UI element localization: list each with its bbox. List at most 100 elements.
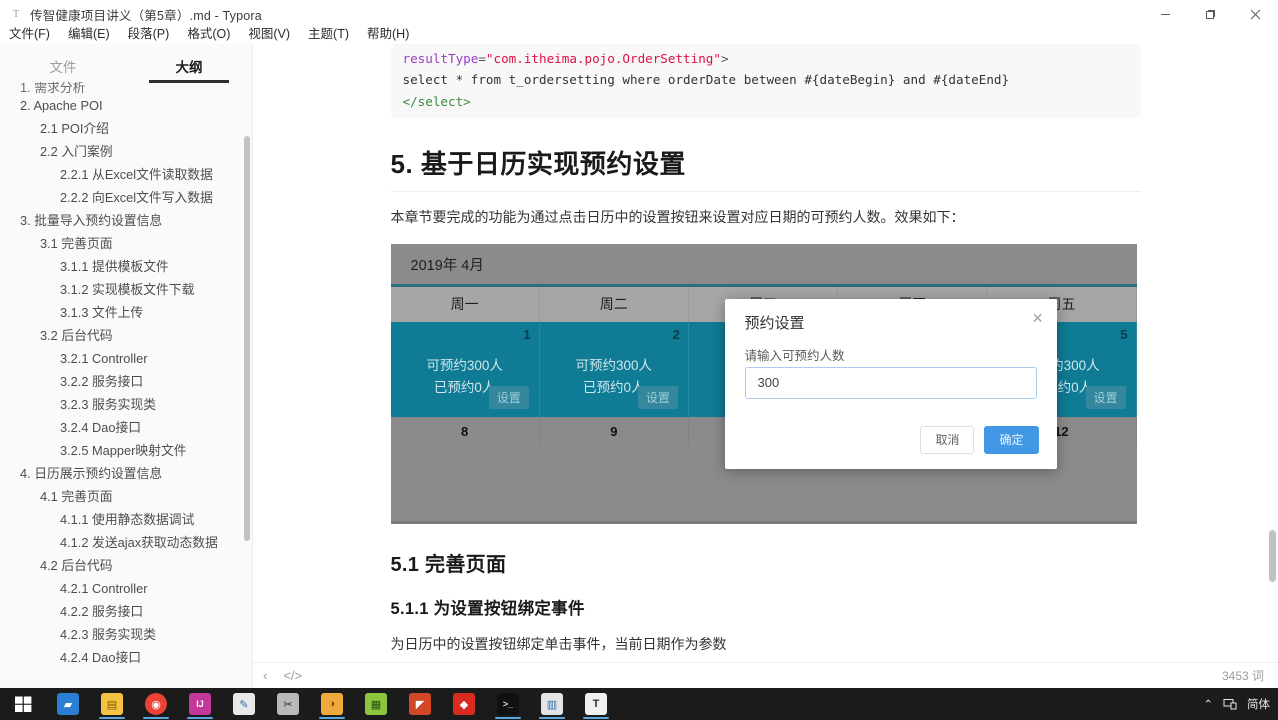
- outline-item-label: 1. 需求分析: [20, 82, 86, 94]
- outline-item-label: 3. 批量导入预约设置信息: [20, 213, 163, 228]
- code-block-top[interactable]: parameterType="hashmap" resultType="com.…: [390, 44, 1141, 118]
- cancel-button[interactable]: 取消: [920, 426, 975, 454]
- outline-item-14[interactable]: 3.2.3 服务实现类: [0, 393, 252, 416]
- outline-item-label: 4.1.2 发送ajax获取动态数据: [60, 535, 218, 550]
- outline-item-3[interactable]: 2.2 入门案例: [0, 140, 252, 163]
- outline-item-12[interactable]: 3.2.1 Controller: [0, 347, 252, 370]
- menu-item-view[interactable]: 视图(V): [239, 21, 299, 44]
- day-setting-button[interactable]: 设置: [488, 386, 529, 409]
- outline-item-6[interactable]: 3. 批量导入预约设置信息: [0, 209, 252, 232]
- outline-item-5[interactable]: 2.2.2 向Excel文件写入数据: [0, 186, 252, 209]
- day-setting-button[interactable]: 设置: [637, 386, 678, 409]
- taskbar-item-intellij[interactable]: IJ: [178, 688, 222, 720]
- taskbar-item-snipping[interactable]: ✂: [266, 688, 310, 720]
- outline-item-4[interactable]: 2.2.1 从Excel文件读取数据: [0, 163, 252, 186]
- network-icon[interactable]: [1223, 697, 1237, 711]
- taskbar-item-word[interactable]: ▥: [530, 688, 574, 720]
- editor-content-area[interactable]: parameterType="hashmap" resultType="com.…: [253, 44, 1278, 688]
- outline-item-label: 3.2.3 服务实现类: [60, 397, 157, 412]
- outline-item-22[interactable]: 4.2.1 Controller: [0, 577, 252, 600]
- outline-item-17[interactable]: 4. 日历展示预约设置信息: [0, 462, 252, 485]
- start-button[interactable]: [0, 688, 46, 720]
- ime-indicator[interactable]: 简体: [1247, 696, 1270, 712]
- app-body: 文件 大纲 1. 需求分析 2. Apache POI 2.1 POI介绍 2.…: [0, 44, 1278, 688]
- outline-item-8[interactable]: 3.1.1 提供模板文件: [0, 255, 252, 278]
- taskbar-item-navicat[interactable]: ◑: [310, 688, 354, 720]
- taskbar-item-paint[interactable]: ✎: [222, 688, 266, 720]
- outline-item-13[interactable]: 3.2.2 服务接口: [0, 370, 252, 393]
- typora-icon: T: [585, 693, 607, 715]
- tab-files[interactable]: 文件: [0, 56, 126, 81]
- weekday-cell-tue: 周二: [539, 287, 689, 322]
- outline-item-label: 4.2.4 Dao接口: [60, 650, 142, 665]
- day-number: 5: [1120, 327, 1128, 342]
- chevron-left-icon[interactable]: ‹: [263, 668, 267, 683]
- outline-item-label: 3.1 完善页面: [40, 236, 113, 251]
- menu-label-edit: 编辑(E): [67, 26, 110, 41]
- outline-item-0[interactable]: 1. 需求分析: [0, 82, 252, 94]
- outline-item-2[interactable]: 2.1 POI介绍: [0, 117, 252, 140]
- outline-item-21[interactable]: 4.2 后台代码: [0, 554, 252, 577]
- outline-item-19[interactable]: 4.1.1 使用静态数据调试: [0, 508, 252, 531]
- calendar-day-cell[interactable]: 1 可预约300人 已预约0人 设置: [390, 322, 540, 417]
- outline-item-15[interactable]: 3.2.4 Dao接口: [0, 416, 252, 439]
- outline-item-23[interactable]: 4.2.2 服务接口: [0, 600, 252, 623]
- document-body: parameterType="hashmap" resultType="com.…: [390, 44, 1141, 662]
- menu-item-edit[interactable]: 编辑(E): [59, 21, 119, 44]
- menu-label-view: 视图(V): [248, 26, 291, 41]
- outline-item-1[interactable]: 2. Apache POI: [0, 94, 252, 117]
- code-val-resulttype: "com.itheima.pojo.OrderSetting": [485, 50, 721, 66]
- outline-item-label: 4.2.1 Controller: [60, 581, 148, 596]
- taskbar-item-powerpoint[interactable]: ◤: [398, 688, 442, 720]
- sidebar-scrollbar-thumb[interactable]: [244, 136, 250, 541]
- outline-item-9[interactable]: 3.1.2 实现模板文件下载: [0, 278, 252, 301]
- windows-taskbar: ▰ ▤ ◉ IJ ✎ ✂ ◑ ▦ ◤ ◆ >_ ▥ T ⌃ 简体: [0, 688, 1278, 720]
- chevron-up-icon[interactable]: ⌃: [1203, 697, 1213, 711]
- calendar-day-cell-2[interactable]: 9: [539, 417, 689, 447]
- outline-item-7[interactable]: 3.1 完善页面: [0, 232, 252, 255]
- tab-outline[interactable]: 大纲: [126, 56, 252, 83]
- calendar-day-cell-2[interactable]: 8: [390, 417, 540, 447]
- taskbar-item-redis[interactable]: ◆: [442, 688, 486, 720]
- content-scrollbar-thumb[interactable]: [1269, 530, 1276, 582]
- outline-item-18[interactable]: 4.1 完善页面: [0, 485, 252, 508]
- word-count: 3453 词: [1221, 669, 1264, 683]
- menu-item-format[interactable]: 格式(O): [178, 21, 239, 44]
- taskbar-item-xmind[interactable]: ▦: [354, 688, 398, 720]
- menu-item-help[interactable]: 帮助(H): [358, 21, 418, 44]
- outline-item-label: 3.2.1 Controller: [60, 351, 148, 366]
- outline-item-25[interactable]: 4.2.4 Dao接口: [0, 646, 252, 669]
- calendar-day-cell[interactable]: 2 可预约300人 已预约0人 设置: [539, 322, 689, 417]
- taskbar-item-terminal[interactable]: >_: [486, 688, 530, 720]
- menu-item-file[interactable]: 文件(F): [0, 21, 59, 44]
- outline-item-11[interactable]: 3.2 后台代码: [0, 324, 252, 347]
- system-tray: ⌃ 简体: [1203, 688, 1278, 720]
- outline-item-20[interactable]: 4.1.2 发送ajax获取动态数据: [0, 531, 252, 554]
- windows-logo-icon: [14, 696, 31, 712]
- confirm-button[interactable]: 确定: [984, 426, 1039, 454]
- menu-item-paragraph[interactable]: 段落(P): [119, 21, 179, 44]
- day-number: 2: [672, 327, 680, 342]
- taskbar-item-typora[interactable]: T: [574, 688, 618, 720]
- outline-item-label: 2. Apache POI: [20, 98, 103, 113]
- outline-item-label: 3.1.1 提供模板文件: [60, 259, 169, 274]
- dialog-title: 预约设置: [744, 315, 805, 332]
- outline-item-24[interactable]: 4.2.3 服务实现类: [0, 623, 252, 646]
- outline-item-10[interactable]: 3.1.3 文件上传: [0, 301, 252, 324]
- outline-item-label: 2.2 入门案例: [40, 144, 113, 159]
- menu-item-theme[interactable]: 主题(T): [299, 21, 358, 44]
- taskbar-item-file-explorer-blue[interactable]: ▰: [46, 688, 90, 720]
- close-icon[interactable]: ✕: [1032, 311, 1044, 325]
- embedded-calendar-screenshot[interactable]: 2019年 4月 周一 周二 周三 周四 周五 1 可预约300人: [390, 244, 1137, 524]
- source-code-icon[interactable]: </>: [283, 668, 302, 683]
- taskbar-item-explorer[interactable]: ▤: [90, 688, 134, 720]
- booking-setting-dialog[interactable]: 预约设置 ✕ 请输入可预约人数 300 取消 确定: [724, 299, 1057, 469]
- capacity-input[interactable]: 300: [744, 367, 1037, 399]
- day-available: 可预约300人: [575, 358, 653, 373]
- outline-item-16[interactable]: 3.2.5 Mapper映射文件: [0, 439, 252, 462]
- day-setting-button[interactable]: 设置: [1085, 386, 1126, 409]
- outline-list[interactable]: 1. 需求分析 2. Apache POI 2.1 POI介绍 2.2 入门案例…: [0, 82, 252, 688]
- outline-item-label: 3.1.3 文件上传: [60, 305, 144, 320]
- outline-item-label: 3.1.2 实现模板文件下载: [60, 282, 195, 297]
- taskbar-item-chrome[interactable]: ◉: [134, 688, 178, 720]
